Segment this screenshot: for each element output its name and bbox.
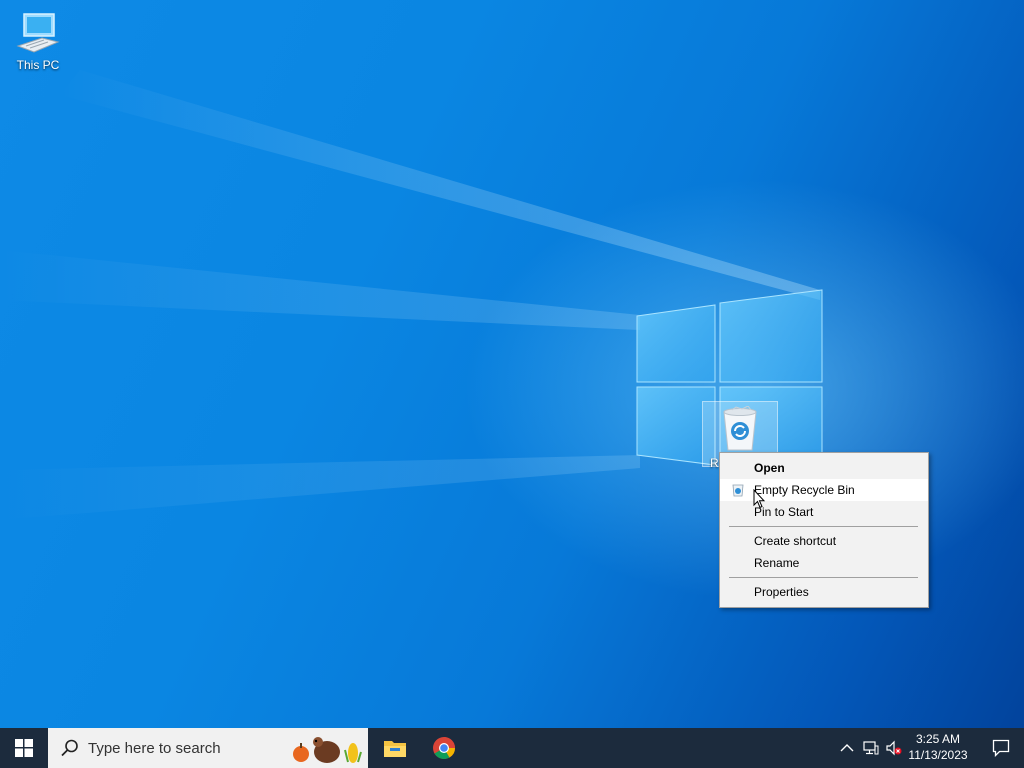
windows-logo-icon <box>15 739 33 757</box>
desktop-icon-label: This PC <box>16 58 60 72</box>
mouse-cursor-icon <box>753 489 765 509</box>
menu-item-label: Properties <box>754 585 809 599</box>
desktop[interactable]: This PC R Open Empty Recycle Bin Pin to … <box>0 0 1024 728</box>
start-button[interactable] <box>0 728 48 768</box>
menu-item-create-shortcut[interactable]: Create shortcut <box>720 530 928 552</box>
clock-time: 3:25 AM <box>915 732 961 746</box>
taskbar-chrome[interactable] <box>420 728 468 768</box>
taskbar-search-box[interactable]: Type here to search <box>48 728 368 768</box>
file-explorer-icon <box>384 741 406 757</box>
menu-item-label: Rename <box>754 556 800 570</box>
recycle-bin-icon <box>723 406 757 451</box>
taskbar: Type here to search 3:25 AM 11/13/2023 <box>0 728 1024 768</box>
search-highlight-doodle-icon <box>293 737 362 763</box>
desktop-icon-this-pc[interactable]: This PC <box>0 8 76 72</box>
menu-item-label: Create shortcut <box>754 534 837 548</box>
search-icon <box>61 739 78 757</box>
taskbar-clock[interactable]: 3:25 AM 11/13/2023 <box>903 731 973 763</box>
search-placeholder: Type here to search <box>88 740 221 757</box>
menu-item-open[interactable]: Open <box>720 457 928 479</box>
menu-item-properties[interactable]: Properties <box>720 581 928 603</box>
chrome-icon <box>433 737 455 759</box>
notification-icon <box>992 739 1010 757</box>
wallpaper-light-beams <box>0 70 820 520</box>
menu-separator <box>729 526 918 527</box>
desktop-icon-label: R <box>710 456 719 470</box>
menu-separator <box>729 577 918 578</box>
recycle-bin-small-icon <box>732 484 744 497</box>
menu-item-rename[interactable]: Rename <box>720 552 928 574</box>
computer-icon <box>16 13 60 53</box>
show-hidden-icons-chevron-up-icon[interactable] <box>839 740 855 756</box>
menu-item-pin-to-start[interactable]: Pin to Start <box>720 501 928 523</box>
menu-item-label: Empty Recycle Bin <box>754 483 855 497</box>
menu-item-empty-recycle-bin[interactable]: Empty Recycle Bin <box>720 479 928 501</box>
action-center-button[interactable] <box>978 728 1024 768</box>
network-icon[interactable] <box>863 740 879 756</box>
volume-muted-icon[interactable] <box>886 740 902 756</box>
context-menu: Open Empty Recycle Bin Pin to Start Crea… <box>719 452 929 608</box>
taskbar-file-explorer[interactable] <box>370 728 418 768</box>
clock-date: 11/13/2023 <box>908 748 968 762</box>
wallpaper-windows-logo <box>636 289 823 466</box>
menu-item-label: Open <box>754 461 785 475</box>
